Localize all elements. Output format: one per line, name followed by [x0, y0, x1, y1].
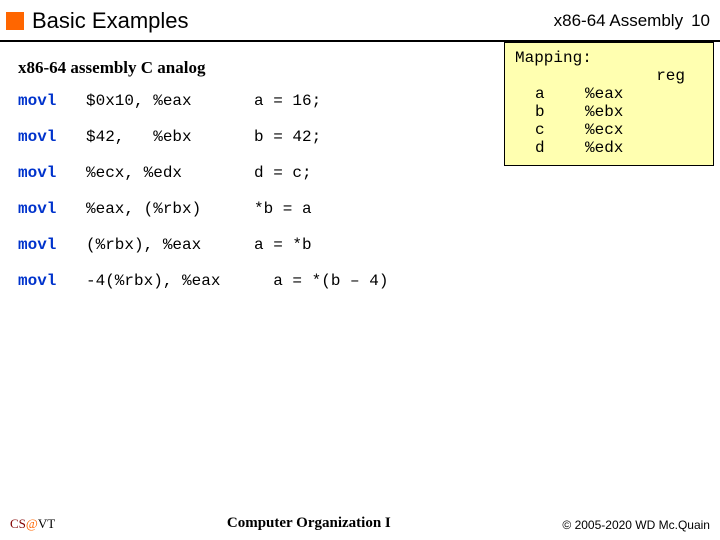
slide-number: 10: [691, 11, 710, 31]
mapping-row: d %edx: [515, 139, 703, 157]
mapping-row: a %eax: [515, 85, 703, 103]
operands: %eax, (%rbx): [86, 200, 254, 218]
slide-content: x86-64 assembly C analog movl $0x10, %ea…: [0, 42, 720, 290]
slide-title: Basic Examples: [32, 8, 189, 34]
c-analog: d = c;: [254, 164, 312, 182]
mnemonic: movl: [18, 92, 86, 110]
mapping-title: Mapping:: [515, 49, 703, 67]
mapping-reg: %ebx: [585, 103, 623, 121]
c-analog: *b = a: [254, 200, 312, 218]
c-analog: b = 42;: [254, 128, 321, 146]
code-row: movl %eax, (%rbx) *b = a: [18, 200, 702, 218]
operands: (%rbx), %eax: [86, 236, 254, 254]
code-row: movl -4(%rbx), %eax a = *(b – 4): [18, 272, 702, 290]
mapping-reg: %eax: [585, 85, 623, 103]
mapping-var: d: [515, 139, 585, 157]
slide-footer: CS@VT Computer Organization I © 2005-202…: [0, 515, 720, 532]
c-analog: a = *b: [254, 236, 312, 254]
mapping-var: b: [515, 103, 585, 121]
footer-left: CS@VT: [10, 516, 55, 532]
mnemonic: movl: [18, 164, 86, 182]
slide-header: Basic Examples x86-64 Assembly 10: [0, 0, 720, 42]
mnemonic: movl: [18, 128, 86, 146]
footer-vt: VT: [38, 516, 55, 531]
footer-at: @: [26, 516, 38, 531]
code-row: movl (%rbx), %eax a = *b: [18, 236, 702, 254]
operands: $0x10, %eax: [86, 92, 254, 110]
mapping-row: b %ebx: [515, 103, 703, 121]
operands: %ecx, %edx: [86, 164, 254, 182]
mapping-var: a: [515, 85, 585, 103]
footer-center: Computer Organization I: [227, 515, 391, 532]
code-row: movl %ecx, %edx d = c;: [18, 164, 702, 182]
operands: -4(%rbx), %eax: [86, 272, 254, 290]
subject-label: x86-64 Assembly: [554, 11, 683, 31]
title-wrap: Basic Examples: [6, 8, 189, 34]
c-analog: a = *(b – 4): [254, 272, 388, 290]
footer-cs: CS: [10, 516, 26, 531]
c-analog: a = 16;: [254, 92, 321, 110]
mapping-row: c %ecx: [515, 121, 703, 139]
mnemonic: movl: [18, 200, 86, 218]
mapping-var: c: [515, 121, 585, 139]
mapping-reg-head: reg: [515, 67, 703, 85]
mapping-reg: %edx: [585, 139, 623, 157]
mapping-box: Mapping: reg a %eax b %ebx c %ecx d %edx: [504, 42, 714, 166]
mapping-reg: %ecx: [585, 121, 623, 139]
header-right: x86-64 Assembly 10: [554, 11, 710, 31]
bullet-icon: [6, 12, 24, 30]
operands: $42, %ebx: [86, 128, 254, 146]
mnemonic: movl: [18, 272, 86, 290]
footer-right: © 2005-2020 WD Mc.Quain: [562, 518, 710, 532]
mnemonic: movl: [18, 236, 86, 254]
